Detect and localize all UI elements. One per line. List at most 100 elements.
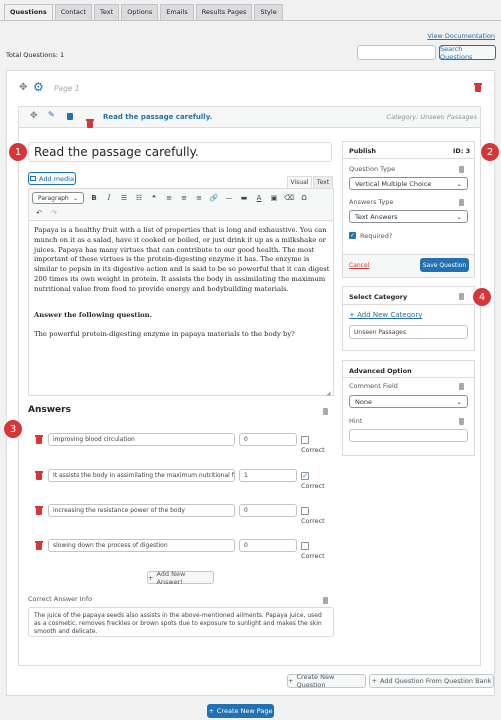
answer-points-input[interactable]: 0 (239, 433, 297, 446)
tab-style[interactable]: Style (254, 4, 283, 20)
search-input[interactable] (357, 45, 436, 60)
horizontal-line-icon[interactable]: — (223, 192, 235, 204)
hint-help-icon[interactable] (459, 418, 464, 425)
special-character-icon[interactable]: Ω (298, 192, 310, 204)
link-icon[interactable]: 🔗 (208, 192, 220, 204)
delete-page-icon[interactable] (474, 83, 482, 92)
align-center-icon[interactable]: ≡ (178, 192, 190, 204)
delete-answer-icon[interactable] (35, 435, 43, 444)
align-right-icon[interactable]: ≡ (193, 192, 205, 204)
create-new-question-button[interactable]: + Create New Question (287, 673, 366, 689)
resize-handle-icon[interactable]: ◢ (326, 390, 331, 397)
tab-visual[interactable]: Visual (287, 176, 312, 189)
tab-questions[interactable]: Questions (4, 4, 53, 20)
select-category-heading: Select Category (349, 293, 408, 301)
correct-answer-info-textarea[interactable]: The juice of the papaya seeds also assis… (28, 607, 334, 637)
edit-question-icon[interactable]: ✎ (48, 110, 55, 119)
comment-field-help-icon[interactable] (459, 383, 464, 390)
category-input[interactable]: Unseen Passages (349, 325, 468, 339)
toolbar-toggle-icon[interactable]: ▬ (238, 192, 250, 204)
paste-text-icon[interactable]: ▣ (268, 192, 280, 204)
save-question-button[interactable]: Save Question (420, 258, 469, 272)
total-questions: Total Questions: 1 (6, 51, 65, 59)
tab-text[interactable]: Text (94, 4, 120, 20)
correct-answer-info-label: Correct Answer Info (28, 595, 93, 603)
answer-text-input[interactable]: increasing the resistance power of the b… (48, 504, 235, 517)
question-title-input[interactable]: Read the passage carefully. (28, 142, 332, 162)
question-type-label: Question Type (349, 165, 396, 173)
question-row-title[interactable]: Read the passage carefully. (103, 113, 212, 121)
question-type-select[interactable]: Vertical Multiple Choice ⌄ (349, 177, 468, 190)
bold-icon[interactable]: B (88, 192, 100, 204)
duplicate-question-icon[interactable] (67, 113, 73, 120)
question-id: ID: 3 (453, 147, 471, 155)
search-questions-button[interactable]: Search Questions (439, 45, 496, 61)
answer-text-input[interactable]: It assists the body in assimilating the … (48, 469, 235, 482)
view-documentation-link[interactable]: View Documentation (427, 32, 495, 40)
delete-question-icon[interactable] (86, 119, 94, 128)
tab-options[interactable]: Options (121, 4, 159, 20)
bullet-list-icon[interactable]: ☰ (118, 192, 130, 204)
category-help-icon[interactable] (459, 293, 464, 300)
blockquote-icon[interactable]: ❝ (148, 192, 160, 204)
answer-row: slowing down the process of digestion 0 … (28, 534, 334, 560)
question-type-help-icon[interactable] (459, 166, 464, 173)
answers-help-icon[interactable] (323, 408, 328, 415)
editor-content[interactable]: Papaya is a healthy fruit with a list of… (34, 226, 330, 340)
required-checkbox[interactable]: ✓ (349, 232, 356, 239)
delete-answer-icon[interactable] (35, 541, 43, 550)
answer-points-input[interactable]: 0 (239, 539, 297, 552)
redo-icon[interactable]: ↷ (48, 207, 60, 219)
clear-formatting-icon[interactable]: ⌫ (283, 192, 295, 204)
plus-icon: + (148, 573, 154, 582)
create-new-page-button[interactable]: + Create New Page (207, 704, 274, 718)
answer-points-input[interactable]: 1 (239, 469, 297, 482)
correct-label: Correct (301, 482, 325, 490)
tab-contact[interactable]: Contact (54, 4, 93, 20)
publish-heading: Publish (349, 147, 376, 155)
instruction-text: Answer the following question. (34, 310, 152, 319)
answer-text-input[interactable]: improving blood circulation (48, 433, 235, 446)
add-new-category-link[interactable]: + Add New Category (349, 311, 422, 319)
answer-correct-checkbox[interactable] (301, 436, 309, 444)
undo-icon[interactable]: ↶ (33, 207, 45, 219)
answers-type-select[interactable]: Text Answers ⌄ (349, 210, 468, 223)
align-left-icon[interactable]: ≡ (163, 192, 175, 204)
add-from-question-bank-button[interactable]: + Add Question From Question Bank (369, 674, 494, 688)
tab-emails[interactable]: Emails (160, 4, 194, 20)
answer-points-input[interactable]: 0 (239, 504, 297, 517)
delete-answer-icon[interactable] (35, 506, 43, 515)
format-select[interactable]: Paragraph ⌄ (32, 192, 84, 204)
answer-correct-checkbox[interactable]: ✓ (301, 472, 309, 480)
gear-icon[interactable]: ⚙ (33, 80, 44, 94)
callout-badge-3: 3 (3, 419, 23, 439)
text-color-icon[interactable]: A (253, 192, 265, 204)
correct-info-help-icon[interactable] (323, 597, 328, 604)
move-question-icon[interactable]: ✥ (30, 111, 38, 121)
numbered-list-icon[interactable]: ☷ (133, 192, 145, 204)
tab-results-pages[interactable]: Results Pages (195, 4, 253, 20)
question-category-label: Category: Unseen Passages (386, 113, 477, 121)
answers-type-help-icon[interactable] (459, 199, 464, 206)
cancel-link[interactable]: Cancel (349, 262, 369, 269)
answer-correct-checkbox[interactable] (301, 542, 309, 550)
answer-row: improving blood circulation 0 Correct (28, 428, 334, 454)
add-media-button[interactable]: Add media (28, 172, 76, 185)
media-icon (30, 176, 37, 181)
correct-label: Correct (301, 446, 325, 454)
plus-icon: + (208, 707, 214, 715)
italic-icon[interactable]: I (103, 192, 115, 204)
tab-text-editor[interactable]: Text (313, 176, 333, 189)
prompt-text: The powerful protein-digesting enzyme in… (34, 330, 295, 339)
answer-row: increasing the resistance power of the b… (28, 499, 334, 525)
delete-answer-icon[interactable] (35, 471, 43, 480)
answer-text-input[interactable]: slowing down the process of digestion (48, 539, 235, 552)
add-new-answer-button[interactable]: + Add New Answer! (147, 570, 214, 586)
move-page-icon[interactable]: ✥ (19, 82, 27, 93)
answer-correct-checkbox[interactable] (301, 507, 309, 515)
comment-field-label: Comment Field (349, 382, 398, 390)
toolbar-row-1: B I ☰ ☷ ❝ ≡ ≡ ≡ 🔗 — ▬ A ▣ ⌫ Ω (88, 192, 310, 204)
comment-field-select[interactable]: None ⌄ (349, 395, 468, 408)
advanced-option-heading: Advanced Option (349, 367, 412, 375)
hint-input[interactable] (349, 429, 468, 442)
